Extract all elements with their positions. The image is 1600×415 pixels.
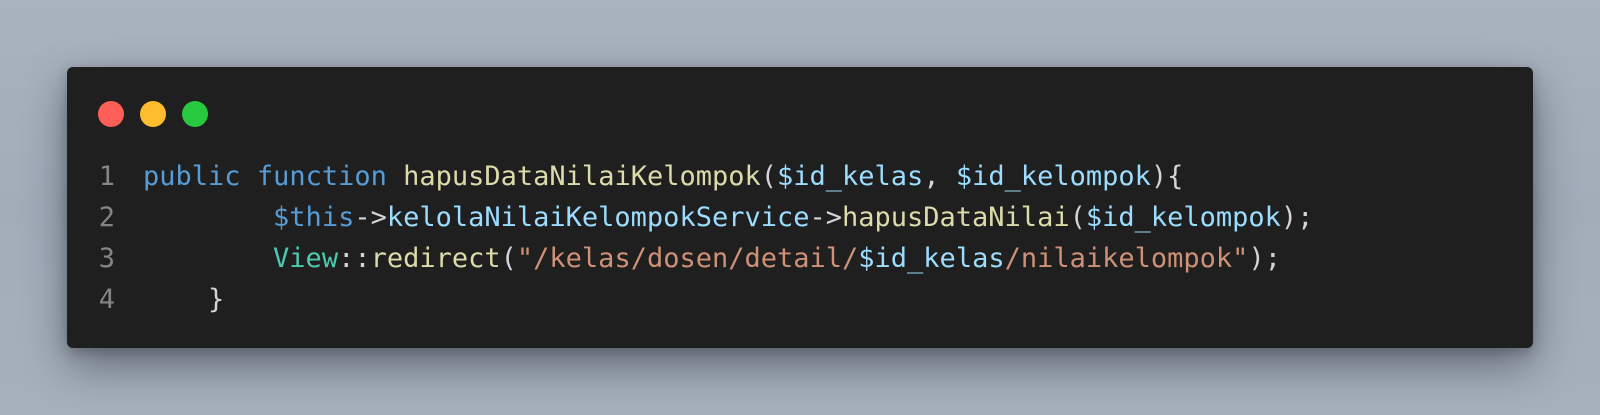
code-token: /nilaikelompok" <box>1004 243 1249 274</box>
line-number: 1 <box>98 161 115 192</box>
code-token: $this <box>273 202 355 233</box>
minimize-dot-icon[interactable] <box>140 101 166 127</box>
line-content: } <box>115 279 224 320</box>
code-token: hapusDataNilaiKelompok <box>403 161 761 192</box>
code-token: ); <box>1280 202 1314 233</box>
code-token: $id_kelompok <box>1085 202 1281 233</box>
code-token: hapusDataNilai <box>842 202 1070 233</box>
code-token: , <box>923 161 956 192</box>
zoom-dot-icon[interactable] <box>182 101 208 127</box>
line-content: $this->kelolaNilaiKelompokService->hapus… <box>115 197 1313 238</box>
code-token: $id_kelompok <box>955 161 1151 192</box>
code-token: $id_kelas <box>777 161 924 192</box>
code-token: redirect <box>370 243 501 274</box>
code-token: ){ <box>1150 161 1184 192</box>
code-token: } <box>208 284 225 315</box>
code-token: $id_kelas <box>858 243 1005 274</box>
line-number: 3 <box>98 243 115 274</box>
code-token: public <box>143 161 241 192</box>
code-block: 1 public function hapusDataNilaiKelompok(… <box>67 156 1533 320</box>
line-number: 2 <box>98 202 115 233</box>
code-token: ); <box>1248 243 1281 274</box>
line-content: public function hapusDataNilaiKelompok($… <box>115 156 1183 197</box>
code-line: 3 View::redirect("/kelas/dosen/detail/$i… <box>67 238 1533 279</box>
code-token: ( <box>500 243 517 274</box>
code-line: 4 } <box>67 279 1533 320</box>
line-content: View::redirect("/kelas/dosen/detail/$id_… <box>115 238 1281 279</box>
code-token: :: <box>338 243 371 274</box>
code-token: -> <box>354 202 387 233</box>
code-line: 1 public function hapusDataNilaiKelompok(… <box>67 156 1533 197</box>
code-token: ( <box>760 161 778 192</box>
code-token: "/kelas/dosen/detail/ <box>516 243 859 274</box>
line-number: 4 <box>98 284 115 315</box>
code-token: function <box>256 161 387 192</box>
code-line: 2 $this->kelolaNilaiKelompokService->hap… <box>67 197 1533 238</box>
code-token: -> <box>809 202 842 233</box>
window-controls <box>98 101 208 127</box>
code-window: 1 public function hapusDataNilaiKelompok(… <box>67 67 1533 348</box>
close-dot-icon[interactable] <box>98 101 124 127</box>
code-token: View <box>273 243 339 274</box>
code-token: kelolaNilaiKelompokService <box>386 202 810 233</box>
code-token: ( <box>1069 202 1086 233</box>
